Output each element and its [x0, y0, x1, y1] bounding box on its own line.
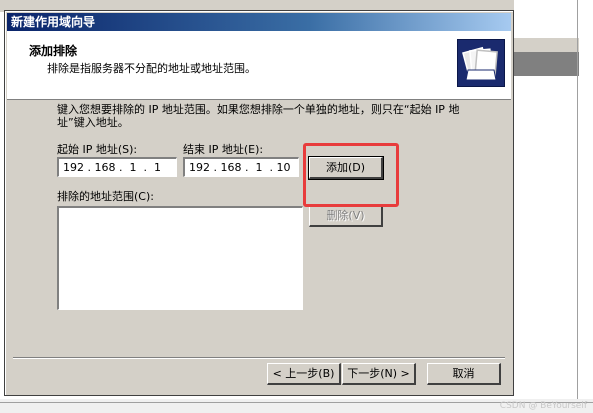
wizard-header: 添加排除 排除是指服务器不分配的地址或地址范围。 [7, 31, 511, 100]
watermark: CSDN @ BeYourself [499, 401, 587, 411]
page-subtitle: 排除是指服务器不分配的地址或地址范围。 [47, 62, 256, 75]
start-ip-field[interactable]: 192 . 168 . 1 . 1 [57, 157, 177, 177]
end-ip-field[interactable]: 192 . 168 . 1 . 10 [183, 157, 299, 177]
start-ip-label: 起始 IP 地址(S): [57, 143, 138, 156]
background-window-toolbar [514, 38, 579, 52]
remove-button[interactable]: 删除(V) [309, 205, 383, 227]
folders-icon [457, 39, 505, 87]
dialog-title[interactable]: 新建作用域向导 [7, 13, 511, 31]
back-button[interactable]: < 上一步(B) [267, 363, 341, 385]
excluded-range-list[interactable] [57, 206, 303, 310]
end-ip-label: 结束 IP 地址(E): [183, 143, 264, 156]
cancel-button[interactable]: 取消 [427, 363, 501, 385]
instruction-text: 键入您想要排除的 IP 地址范围。如果您想排除一个单独的地址，则只在“起始 IP… [57, 103, 460, 129]
background-window-bar [514, 52, 579, 76]
excluded-range-label: 排除的地址范围(C): [57, 190, 154, 203]
footer-divider [13, 357, 505, 359]
page-title: 添加排除 [29, 44, 78, 58]
new-scope-wizard-dialog: 新建作用域向导 添加排除 排除是指服务器不分配的地址或地址范围。 键入您想要排除… [4, 10, 514, 396]
annotation-highlight-box [303, 143, 399, 207]
background-window-divider [577, 0, 578, 413]
next-button[interactable]: 下一步(N) > [342, 363, 416, 385]
